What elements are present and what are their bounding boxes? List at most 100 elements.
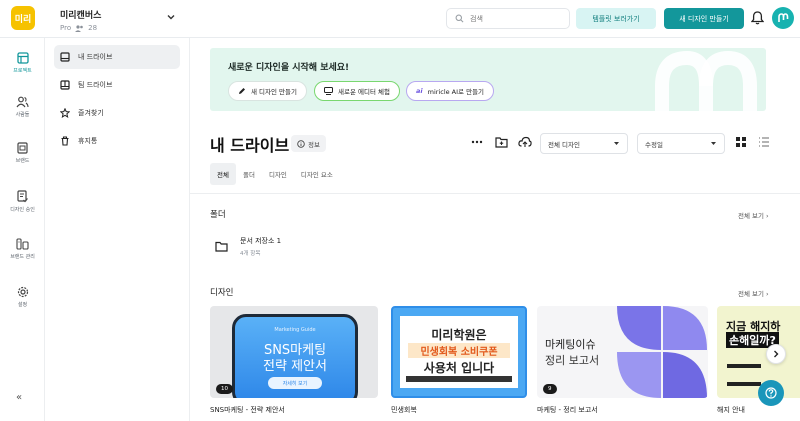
design-card-name[interactable]: 해지 안내: [717, 405, 745, 415]
chevron-down-icon: [614, 142, 619, 145]
app-root: 미리 미리캔버스 Pro 28 템플릿 보러가기 새 디자인 만들기 프로젝트: [0, 0, 800, 421]
more-icon[interactable]: [471, 136, 483, 148]
design-card[interactable]: 미리학원은 민생회복 소비쿠폰 사용처 입니다: [391, 306, 527, 398]
tab-design-elements[interactable]: 디자인 요소: [294, 163, 340, 185]
new-design-button[interactable]: 새 디자인 만들기: [664, 8, 744, 29]
workspace-name: 미리캔버스: [60, 11, 102, 21]
list-view-icon[interactable]: [758, 136, 770, 148]
rail-label: 설정: [17, 302, 28, 308]
design-card-name[interactable]: SNS마케팅 - 전략 제안서: [210, 405, 285, 415]
search-icon: [455, 14, 464, 23]
rail-label: 사람들: [15, 112, 30, 118]
thumb-lines: [727, 364, 761, 386]
banner-button-label: 새 디자인 만들기: [251, 88, 297, 96]
start-banner: 새로운 디자인을 시작해 보세요! 새 디자인 만들기 새로운 에디터 체험 a…: [210, 48, 766, 111]
design-card-name[interactable]: 마케팅 - 정리 보고서: [537, 405, 598, 415]
thumb-title-1: 미리학원은: [431, 328, 487, 342]
brand-icon: [17, 142, 28, 154]
rail-item-people[interactable]: 사람들: [0, 96, 45, 118]
app-logo[interactable]: 미리: [11, 6, 35, 30]
tab-designs[interactable]: 디자인: [262, 163, 294, 185]
left-rail: 프로젝트 사람들 브랜드 디자인 승인 브랜드 관리 설정 «: [0, 38, 45, 421]
plan-label: Pro: [60, 24, 72, 32]
people-icon: [16, 96, 29, 108]
rail-item-settings[interactable]: 설정: [0, 286, 45, 308]
thumb-button: 자세히 보기: [268, 377, 322, 389]
design-card[interactable]: 마케팅이슈 정리 보고서 9: [537, 306, 708, 398]
drive-sidebar: 내 드라이브 팀 드라이브 즐겨찾기 휴지통: [45, 38, 190, 421]
star-icon: [60, 108, 70, 118]
avatar-logo-icon: [778, 13, 789, 22]
thumb-shapes: [617, 306, 707, 398]
info-button[interactable]: 정보: [291, 135, 326, 152]
banner-title: 새로운 디자인을 시작해 보세요!: [228, 63, 350, 73]
pencil-icon: [239, 88, 245, 94]
ai-brand-icon: ai: [416, 87, 423, 95]
banner-button-label: 새로운 에디터 체험: [338, 88, 390, 96]
search-input[interactable]: [470, 14, 560, 23]
browse-templates-button[interactable]: 템플릿 보러가기: [576, 8, 656, 29]
banner-new-editor-button[interactable]: 새로운 에디터 체험: [314, 81, 400, 101]
card-thumbnail: Marketing Guide SNS마케팅 전략 제안서 자세히 보기: [232, 314, 358, 398]
sidebar-item-trash[interactable]: 휴지통: [54, 129, 180, 153]
design-card[interactable]: Marketing Guide SNS마케팅 전략 제안서 자세히 보기 10: [210, 306, 378, 398]
rail-item-brand-manage[interactable]: 브랜드 관리: [0, 238, 45, 260]
rail-item-approval[interactable]: 디자인 승인: [0, 190, 45, 213]
sort-select[interactable]: 수정일: [637, 133, 725, 154]
thumb-title-2: 정리 보고서: [545, 354, 600, 367]
info-label: 정보: [308, 140, 320, 149]
select-value: 수정일: [645, 140, 663, 149]
thumb-title-2: 민생회복 소비쿠폰: [408, 343, 510, 358]
trash-icon: [61, 136, 69, 146]
top-header: 미리 미리캔버스 Pro 28 템플릿 보러가기 새 디자인 만들기: [0, 0, 800, 38]
design-filter-select[interactable]: 전체 디자인: [540, 133, 628, 154]
designs-see-all-link[interactable]: 전체 보기 ›: [738, 288, 769, 298]
upload-icon[interactable]: [518, 136, 532, 148]
search-box[interactable]: [446, 8, 570, 29]
rail-label: 프로젝트: [13, 68, 32, 74]
folder-item[interactable]: 문서 저장소 1 4개 항목: [215, 231, 281, 261]
card-thumbnail: 지금 해지하 손해일까?: [717, 306, 800, 398]
rail-label: 브랜드 관리: [10, 254, 35, 260]
approval-icon: [17, 190, 28, 203]
tab-folders[interactable]: 폴더: [236, 163, 262, 185]
thumb-title-1: 마케팅이슈: [545, 338, 596, 351]
sidebar-item-favorites[interactable]: 즐겨찾기: [54, 101, 180, 125]
thumb-tag: Marketing Guide: [274, 327, 316, 333]
drive-tabs: 전체 폴더 디자인 디자인 요소: [210, 163, 340, 185]
info-icon: [297, 139, 305, 148]
carousel-next-button[interactable]: [766, 344, 786, 364]
sidebar-item-label: 팀 드라이브: [78, 81, 113, 89]
collapse-rail-button[interactable]: «: [16, 392, 22, 403]
page-count-badge: 9: [543, 384, 557, 394]
sidebar-item-label: 내 드라이브: [78, 53, 113, 61]
sidebar-item-my-drive[interactable]: 내 드라이브: [54, 45, 180, 69]
sidebar-item-team-drive[interactable]: 팀 드라이브: [54, 73, 180, 97]
gear-icon: [17, 286, 28, 298]
rail-item-brand[interactable]: 브랜드: [0, 142, 45, 164]
chevron-down-icon: [711, 142, 716, 145]
workspace-meta: Pro 28: [60, 24, 101, 32]
help-button[interactable]: [758, 380, 784, 406]
tab-all[interactable]: 전체: [210, 163, 236, 185]
folder-icon: [215, 241, 228, 252]
banner-ai-button[interactable]: ai miricle AI로 만들기: [406, 81, 495, 101]
page-count-badge: 10: [216, 384, 233, 394]
bell-icon[interactable]: [751, 11, 764, 25]
thumb-title-2: 전략 제안서: [263, 359, 327, 374]
design-card[interactable]: 지금 해지하 손해일까?: [717, 306, 800, 398]
designs-section-title: 디자인: [210, 288, 234, 298]
workspace-switcher[interactable]: 미리캔버스 Pro 28: [60, 8, 101, 32]
avatar[interactable]: [772, 7, 794, 29]
banner-button-label: miricle AI로 만들기: [427, 88, 485, 96]
rail-item-project[interactable]: 프로젝트: [0, 52, 45, 74]
design-card-name[interactable]: 민생회복: [391, 405, 417, 415]
grid-view-icon[interactable]: [735, 136, 747, 148]
chevron-down-icon[interactable]: [166, 12, 176, 22]
main-content: 새로운 디자인을 시작해 보세요! 새 디자인 만들기 새로운 에디터 체험 a…: [190, 38, 800, 421]
banner-new-design-button[interactable]: 새 디자인 만들기: [228, 81, 307, 101]
new-folder-icon[interactable]: [495, 136, 508, 148]
folder-name: 문서 저장소 1: [240, 236, 282, 245]
folders-see-all-link[interactable]: 전체 보기 ›: [738, 210, 769, 220]
editor-icon: [324, 87, 333, 95]
